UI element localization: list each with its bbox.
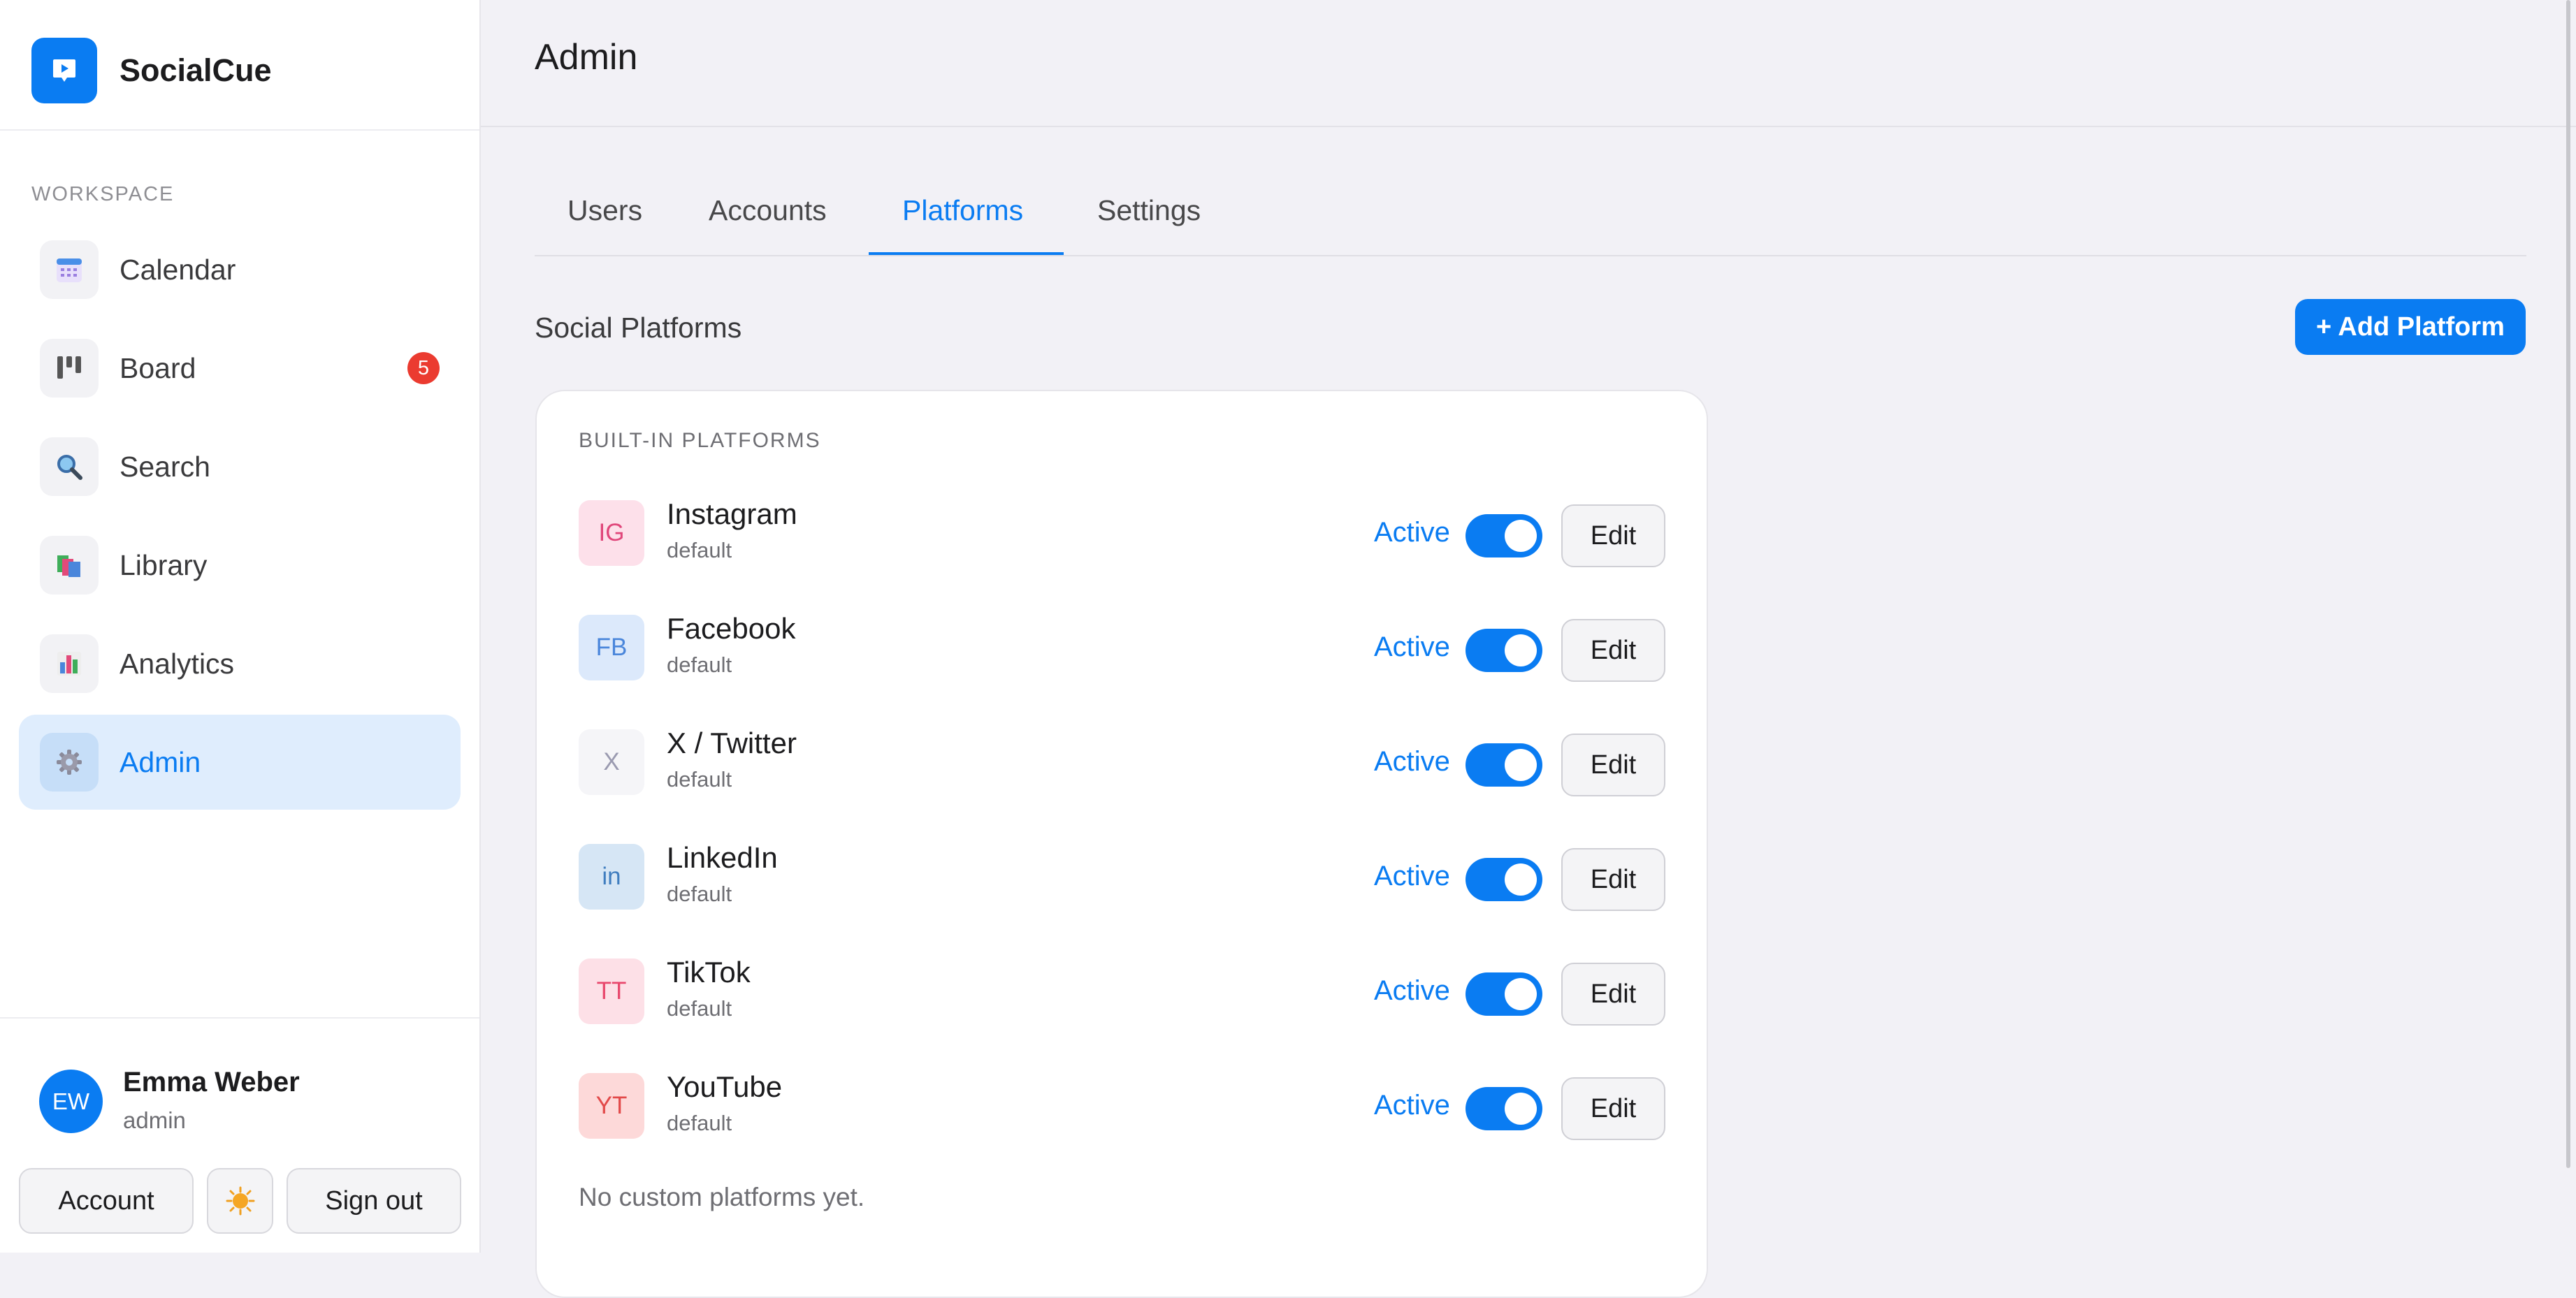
sidebar-item-search[interactable]: Search xyxy=(19,419,461,514)
platform-row-facebook: FB Facebook default Active Edit xyxy=(579,612,1665,682)
add-platform-button[interactable]: + Add Platform xyxy=(2295,299,2526,355)
platform-type: default xyxy=(667,767,732,792)
sidebar-section-label: WORKSPACE xyxy=(31,183,175,205)
scrollbar[interactable] xyxy=(2566,0,2570,1168)
account-button[interactable]: Account xyxy=(19,1168,194,1234)
platform-row-instagram: IG Instagram default Active Edit xyxy=(579,497,1665,567)
empty-state-text: No custom platforms yet. xyxy=(579,1183,865,1211)
instagram-icon: IG xyxy=(579,500,644,566)
toggle-knob xyxy=(1505,520,1537,552)
platform-name: YouTube xyxy=(667,1070,783,1103)
platform-type: default xyxy=(667,652,732,677)
platform-toggle[interactable] xyxy=(1466,1087,1542,1130)
toggle-knob xyxy=(1505,634,1537,666)
sidebar-item-calendar[interactable]: Calendar xyxy=(19,222,461,317)
sidebar-item-label: Board xyxy=(120,351,196,384)
user-role: admin xyxy=(123,1107,186,1133)
bar-chart-icon xyxy=(40,634,99,693)
sidebar-item-analytics[interactable]: Analytics xyxy=(19,616,461,711)
sidebar-item-label: Analytics xyxy=(120,647,235,680)
youtube-icon: YT xyxy=(579,1073,644,1139)
theme-toggle-button[interactable] xyxy=(207,1168,273,1234)
platform-status: Active xyxy=(1374,517,1450,548)
tiktok-icon: TT xyxy=(579,958,644,1024)
edit-button[interactable]: Edit xyxy=(1561,1077,1665,1140)
sidebar-item-label: Calendar xyxy=(120,253,236,286)
toggle-knob xyxy=(1505,749,1537,781)
calendar-icon xyxy=(40,240,99,299)
active-tab-indicator xyxy=(869,252,1064,255)
sidebar-item-label: Library xyxy=(120,548,208,581)
platform-row-linkedin: in LinkedIn default Active Edit xyxy=(579,841,1665,911)
toggle-knob xyxy=(1505,978,1537,1010)
sidebar-item-admin[interactable]: Admin xyxy=(19,715,461,810)
platform-row-x-twitter: X X / Twitter default Active Edit xyxy=(579,727,1665,796)
platform-toggle[interactable] xyxy=(1466,858,1542,901)
platform-row-youtube: YT YouTube default Active Edit xyxy=(579,1070,1665,1140)
platform-type: default xyxy=(667,882,732,906)
avatar[interactable]: EW xyxy=(39,1070,103,1133)
magnifier-icon xyxy=(40,437,99,496)
edit-button[interactable]: Edit xyxy=(1561,963,1665,1026)
tabs-divider xyxy=(535,255,2526,256)
edit-button[interactable]: Edit xyxy=(1561,504,1665,567)
platform-status: Active xyxy=(1374,861,1450,891)
sidebar-item-library[interactable]: Library xyxy=(19,518,461,613)
platform-toggle[interactable] xyxy=(1466,743,1542,787)
tab-settings[interactable]: Settings xyxy=(1097,194,1201,227)
platform-status: Active xyxy=(1374,746,1450,777)
section-title: Social Platforms xyxy=(535,312,742,344)
books-icon xyxy=(40,536,99,595)
tab-users[interactable]: Users xyxy=(567,194,642,227)
sidebar-item-label: Admin xyxy=(120,745,201,778)
platform-toggle[interactable] xyxy=(1466,629,1542,672)
user-name: Emma Weber xyxy=(123,1067,300,1098)
edit-button[interactable]: Edit xyxy=(1561,619,1665,682)
platform-name: LinkedIn xyxy=(667,841,778,874)
edit-button[interactable]: Edit xyxy=(1561,734,1665,796)
platform-name: X / Twitter xyxy=(667,727,797,759)
platform-status: Active xyxy=(1374,632,1450,662)
platform-status: Active xyxy=(1374,1090,1450,1121)
platform-name: TikTok xyxy=(667,956,751,989)
brand[interactable]: SocialCue xyxy=(31,38,272,103)
page-title: Admin xyxy=(535,37,638,78)
top-bar xyxy=(481,0,2576,127)
sun-icon xyxy=(226,1186,254,1216)
sidebar-item-label: Search xyxy=(120,450,210,483)
platform-type: default xyxy=(667,1111,732,1135)
platform-row-tiktok: TT TikTok default Active Edit xyxy=(579,956,1665,1026)
platform-name: Facebook xyxy=(667,612,796,645)
kanban-board-icon xyxy=(40,339,99,398)
platform-type: default xyxy=(667,538,732,562)
platform-toggle[interactable] xyxy=(1466,972,1542,1016)
notification-badge: 5 xyxy=(407,352,440,384)
card-section-label: BUILT-IN PLATFORMS xyxy=(579,429,821,452)
platform-status: Active xyxy=(1374,975,1450,1006)
platform-name: Instagram xyxy=(667,497,797,530)
sidebar-item-board[interactable]: Board 5 xyxy=(19,321,461,416)
toggle-knob xyxy=(1505,863,1537,896)
toggle-knob xyxy=(1505,1093,1537,1125)
facebook-icon: FB xyxy=(579,615,644,680)
platform-toggle[interactable] xyxy=(1466,514,1542,557)
sign-out-button[interactable]: Sign out xyxy=(287,1168,461,1234)
x-twitter-icon: X xyxy=(579,729,644,795)
divider xyxy=(0,129,479,131)
gear-icon xyxy=(40,733,99,792)
app-name: SocialCue xyxy=(120,52,272,88)
edit-button[interactable]: Edit xyxy=(1561,848,1665,911)
tab-platforms[interactable]: Platforms xyxy=(902,194,1023,227)
divider xyxy=(0,1017,479,1019)
app-logo-icon xyxy=(31,38,97,103)
platform-type: default xyxy=(667,996,732,1021)
sidebar: SocialCue WORKSPACE Calendar Board 5 Sea… xyxy=(0,0,481,1253)
linkedin-icon: in xyxy=(579,844,644,910)
tab-accounts[interactable]: Accounts xyxy=(709,194,827,227)
